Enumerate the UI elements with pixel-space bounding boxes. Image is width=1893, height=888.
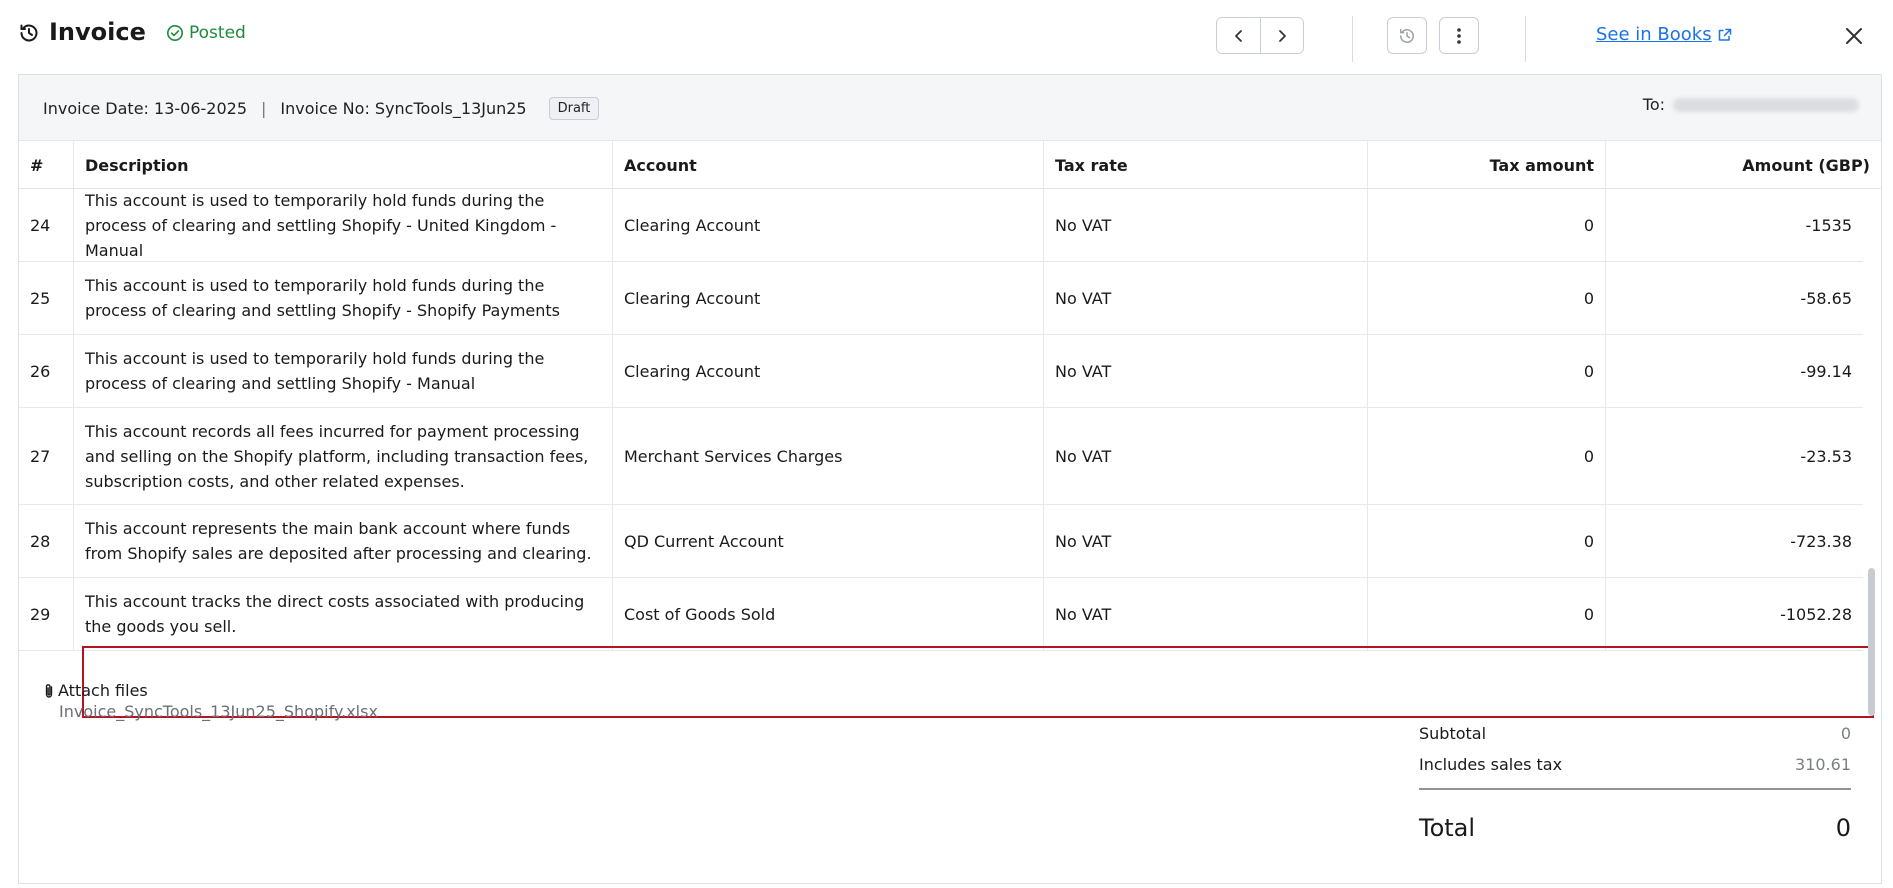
row-tax-rate: No VAT [1044, 505, 1368, 577]
row-tax-amount: 0 [1368, 408, 1606, 504]
see-in-books-label: See in Books [1596, 24, 1712, 45]
table-row[interactable]: 28 This account represents the main bank… [19, 505, 1863, 578]
row-description: This account represents the main bank ac… [74, 505, 613, 577]
row-account: QD Current Account [613, 505, 1044, 577]
invoice-meta-bar: Invoice Date: 13-06-2025 | Invoice No: S… [19, 75, 1881, 141]
row-account: Clearing Account [613, 262, 1044, 334]
sales-tax-label: Includes sales tax [1419, 755, 1563, 774]
row-tax-amount: 0 [1368, 335, 1606, 407]
previous-button[interactable] [1217, 18, 1260, 53]
row-amount: -58.65 [1800, 288, 1852, 308]
paperclip-icon [45, 683, 53, 698]
column-header-number: # [19, 141, 74, 189]
sales-tax-value: 310.61 [1795, 755, 1851, 774]
record-navigation [1216, 17, 1304, 54]
row-amount: -1052.28 [1780, 604, 1852, 624]
row-description: This account is used to temporarily hold… [74, 189, 613, 261]
to-label: To: [1642, 95, 1665, 114]
table-row[interactable]: 24 This account is used to temporarily h… [19, 189, 1863, 262]
row-tax-amount: 0 [1368, 505, 1606, 577]
history-button[interactable] [1387, 17, 1427, 54]
row-tax-rate: No VAT [1044, 408, 1368, 504]
close-icon[interactable] [1842, 24, 1866, 48]
invoice-card: Invoice Date: 13-06-2025 | Invoice No: S… [18, 74, 1882, 884]
invoice-date: Invoice Date: 13-06-2025 [43, 98, 247, 118]
recipient-redacted [1673, 97, 1859, 112]
row-number: 27 [19, 408, 74, 504]
status-label: Posted [189, 23, 246, 43]
see-in-books-link[interactable]: See in Books [1596, 24, 1732, 45]
row-amount: -23.53 [1800, 446, 1852, 466]
invoice-number: Invoice No: SyncTools_13Jun25 [280, 98, 527, 118]
row-tax-rate: No VAT [1044, 189, 1368, 261]
more-vertical-icon [1457, 27, 1461, 44]
row-number: 25 [19, 262, 74, 334]
chevron-right-icon [1279, 29, 1286, 42]
attach-files-button[interactable]: Attach files [43, 681, 148, 700]
table-row[interactable]: 26 This account is used to temporarily h… [19, 335, 1863, 408]
divider [1525, 16, 1526, 62]
row-tax-amount: 0 [1368, 578, 1606, 650]
subtotal-label: Subtotal [1419, 724, 1487, 743]
chevron-left-icon [1234, 29, 1242, 42]
row-account: Merchant Services Charges [613, 408, 1044, 504]
row-account: Clearing Account [613, 189, 1044, 261]
page-title: Invoice [49, 18, 146, 46]
subtotal-value: 0 [1840, 724, 1851, 743]
row-account: Clearing Account [613, 335, 1044, 407]
totals-panel: Subtotal 0 Includes sales tax 310.61 Tot… [1419, 718, 1851, 842]
row-number: 29 [19, 578, 74, 650]
table-scrollbar[interactable] [1868, 568, 1875, 716]
row-number: 28 [19, 505, 74, 577]
total-value: 0 [1835, 814, 1851, 842]
column-header-tax-rate: Tax rate [1044, 141, 1368, 189]
check-circle-icon [166, 24, 184, 42]
row-account: Cost of Goods Sold [613, 578, 1044, 650]
column-header-account: Account [613, 141, 1044, 189]
totals-divider [1419, 788, 1851, 790]
table-row[interactable]: 25 This account is used to temporarily h… [19, 262, 1863, 335]
row-tax-rate: No VAT [1044, 335, 1368, 407]
column-header-description: Description [74, 141, 613, 189]
column-header-tax-amount: Tax amount [1368, 141, 1606, 189]
history-icon [20, 24, 38, 42]
history-icon [1400, 28, 1414, 43]
column-header-amount: Amount (GBP) [1742, 155, 1870, 175]
row-description: This account is used to temporarily hold… [74, 335, 613, 407]
total-label: Total [1419, 814, 1476, 842]
row-description: This account tracks the direct costs ass… [74, 578, 613, 650]
next-button[interactable] [1260, 18, 1303, 53]
row-tax-rate: No VAT [1044, 262, 1368, 334]
table-row[interactable]: 27 This account records all fees incurre… [19, 408, 1863, 505]
row-amount: -99.14 [1800, 361, 1852, 381]
row-number: 24 [19, 189, 74, 261]
meta-separator: | [261, 98, 267, 118]
external-link-icon [1718, 28, 1731, 41]
row-tax-amount: 0 [1368, 189, 1606, 261]
invoice-header: Invoice Posted See in Books [0, 0, 1893, 74]
row-amount: -1535 [1805, 215, 1853, 235]
draft-badge: Draft [548, 96, 600, 120]
more-options-button[interactable] [1439, 17, 1479, 54]
line-items: 24 This account is used to temporarily h… [19, 189, 1863, 651]
row-tax-rate: No VAT [1044, 578, 1368, 650]
table-header: # Description Account Tax rate Tax amoun… [19, 141, 1881, 189]
row-description: This account records all fees incurred f… [74, 408, 613, 504]
divider [1352, 16, 1353, 62]
attached-file-link[interactable]: Invoice_SyncTools_13Jun25_Shopify.xlsx [59, 702, 378, 721]
status-badge: Posted [166, 22, 246, 44]
row-tax-amount: 0 [1368, 262, 1606, 334]
row-description: This account is used to temporarily hold… [74, 262, 613, 334]
row-number: 26 [19, 335, 74, 407]
table-row[interactable]: 29 This account tracks the direct costs … [19, 578, 1863, 651]
attach-files-label: Attach files [58, 681, 148, 700]
row-amount: -723.38 [1790, 531, 1852, 551]
